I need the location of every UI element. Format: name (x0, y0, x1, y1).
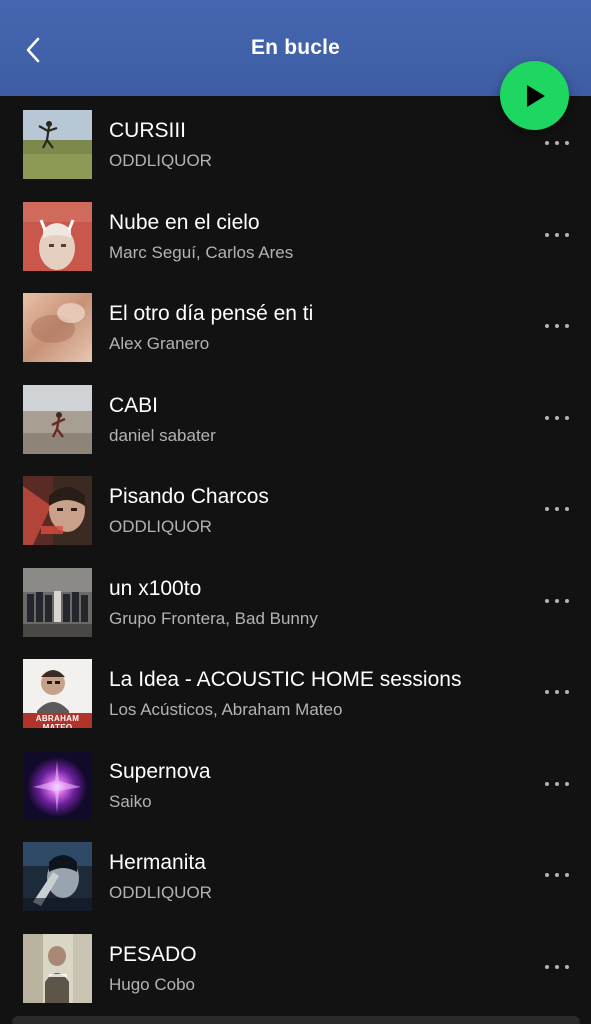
more-horizontal-icon (545, 141, 549, 145)
track-row[interactable]: Hermanita ODDLIQUOR (0, 828, 591, 920)
more-options-button[interactable] (540, 775, 574, 793)
track-artist: Marc Seguí, Carlos Ares (109, 242, 294, 262)
bottom-player-bar[interactable] (12, 1016, 580, 1024)
more-horizontal-icon (545, 690, 549, 694)
track-artist: Hugo Cobo (109, 974, 196, 994)
track-title: CABI (109, 393, 159, 417)
more-options-button[interactable] (540, 134, 574, 152)
track-row[interactable]: CABI daniel sabater (0, 371, 591, 463)
more-horizontal-icon (545, 964, 549, 969)
more-options-button[interactable] (540, 500, 574, 518)
track-row[interactable]: PESADO Hugo Cobo (0, 920, 591, 1012)
more-options-button[interactable] (540, 866, 574, 884)
cover-text: ABRAHAM MATEO (35, 714, 80, 728)
track-row[interactable]: un x100to Grupo Frontera, Bad Bunny (0, 554, 591, 646)
more-horizontal-icon (545, 507, 549, 511)
more-options-button[interactable] (540, 683, 574, 701)
more-horizontal-icon (545, 324, 549, 328)
track-title: Supernova (109, 759, 211, 783)
page-title: En bucle (250, 36, 341, 59)
album-cover (23, 933, 92, 1003)
more-options-button[interactable] (540, 226, 574, 244)
track-row[interactable]: Nube en el cielo Marc Seguí, Carlos Ares (0, 188, 591, 280)
track-artist: Grupo Frontera, Bad Bunny (109, 608, 318, 628)
album-cover (23, 110, 92, 179)
track-artist: Alex Granero (109, 334, 210, 353)
track-artist: daniel sabater (109, 425, 216, 445)
track-artist: ODDLIQUOR (109, 151, 212, 170)
track-title: Nube en el cielo (109, 210, 260, 234)
more-horizontal-icon (545, 598, 549, 603)
track-row[interactable]: El otro día pensé en ti Alex Granero (0, 279, 591, 371)
track-row[interactable]: Pisando Charcos ODDLIQUOR (0, 462, 591, 554)
album-cover (23, 842, 92, 911)
more-horizontal-icon (545, 232, 549, 237)
track-row[interactable]: ABRAHAM MATEO La Idea - ACOUSTIC HOME se… (0, 645, 591, 737)
track-row[interactable]: Supernova Saiko (0, 737, 591, 829)
track-artist: ODDLIQUOR (109, 883, 212, 902)
track-artist: Los Acústicos, Abraham Mateo (109, 700, 343, 719)
album-cover (23, 384, 92, 454)
track-artist: ODDLIQUOR (109, 517, 212, 536)
playlist-screen: En bucle CURSIII ODDLIQUOR Nube en el ci… (0, 0, 591, 1024)
play-button[interactable] (500, 61, 569, 130)
more-options-button[interactable] (540, 958, 574, 976)
more-horizontal-icon (545, 415, 549, 420)
album-cover: ABRAHAM MATEO (23, 659, 92, 728)
album-cover (23, 201, 92, 271)
more-options-button[interactable] (540, 317, 574, 335)
track-title: un x100to (109, 576, 202, 600)
track-title: CURSIII (109, 119, 187, 142)
more-options-button[interactable] (540, 592, 574, 610)
play-icon (526, 84, 545, 107)
more-horizontal-icon (545, 873, 549, 877)
album-cover (23, 567, 92, 637)
track-title: El otro día pensé en ti (109, 302, 314, 325)
track-title: Hermanita (109, 851, 206, 874)
track-title: La Idea - ACOUSTIC HOME sessions (109, 668, 462, 691)
track-title: Pisando Charcos (109, 485, 269, 508)
album-cover (23, 750, 92, 820)
track-title: PESADO (109, 942, 197, 966)
album-cover (23, 476, 92, 545)
more-horizontal-icon (545, 781, 549, 786)
track-artist: Saiko (109, 791, 152, 811)
more-options-button[interactable] (540, 409, 574, 427)
album-cover (23, 293, 92, 362)
